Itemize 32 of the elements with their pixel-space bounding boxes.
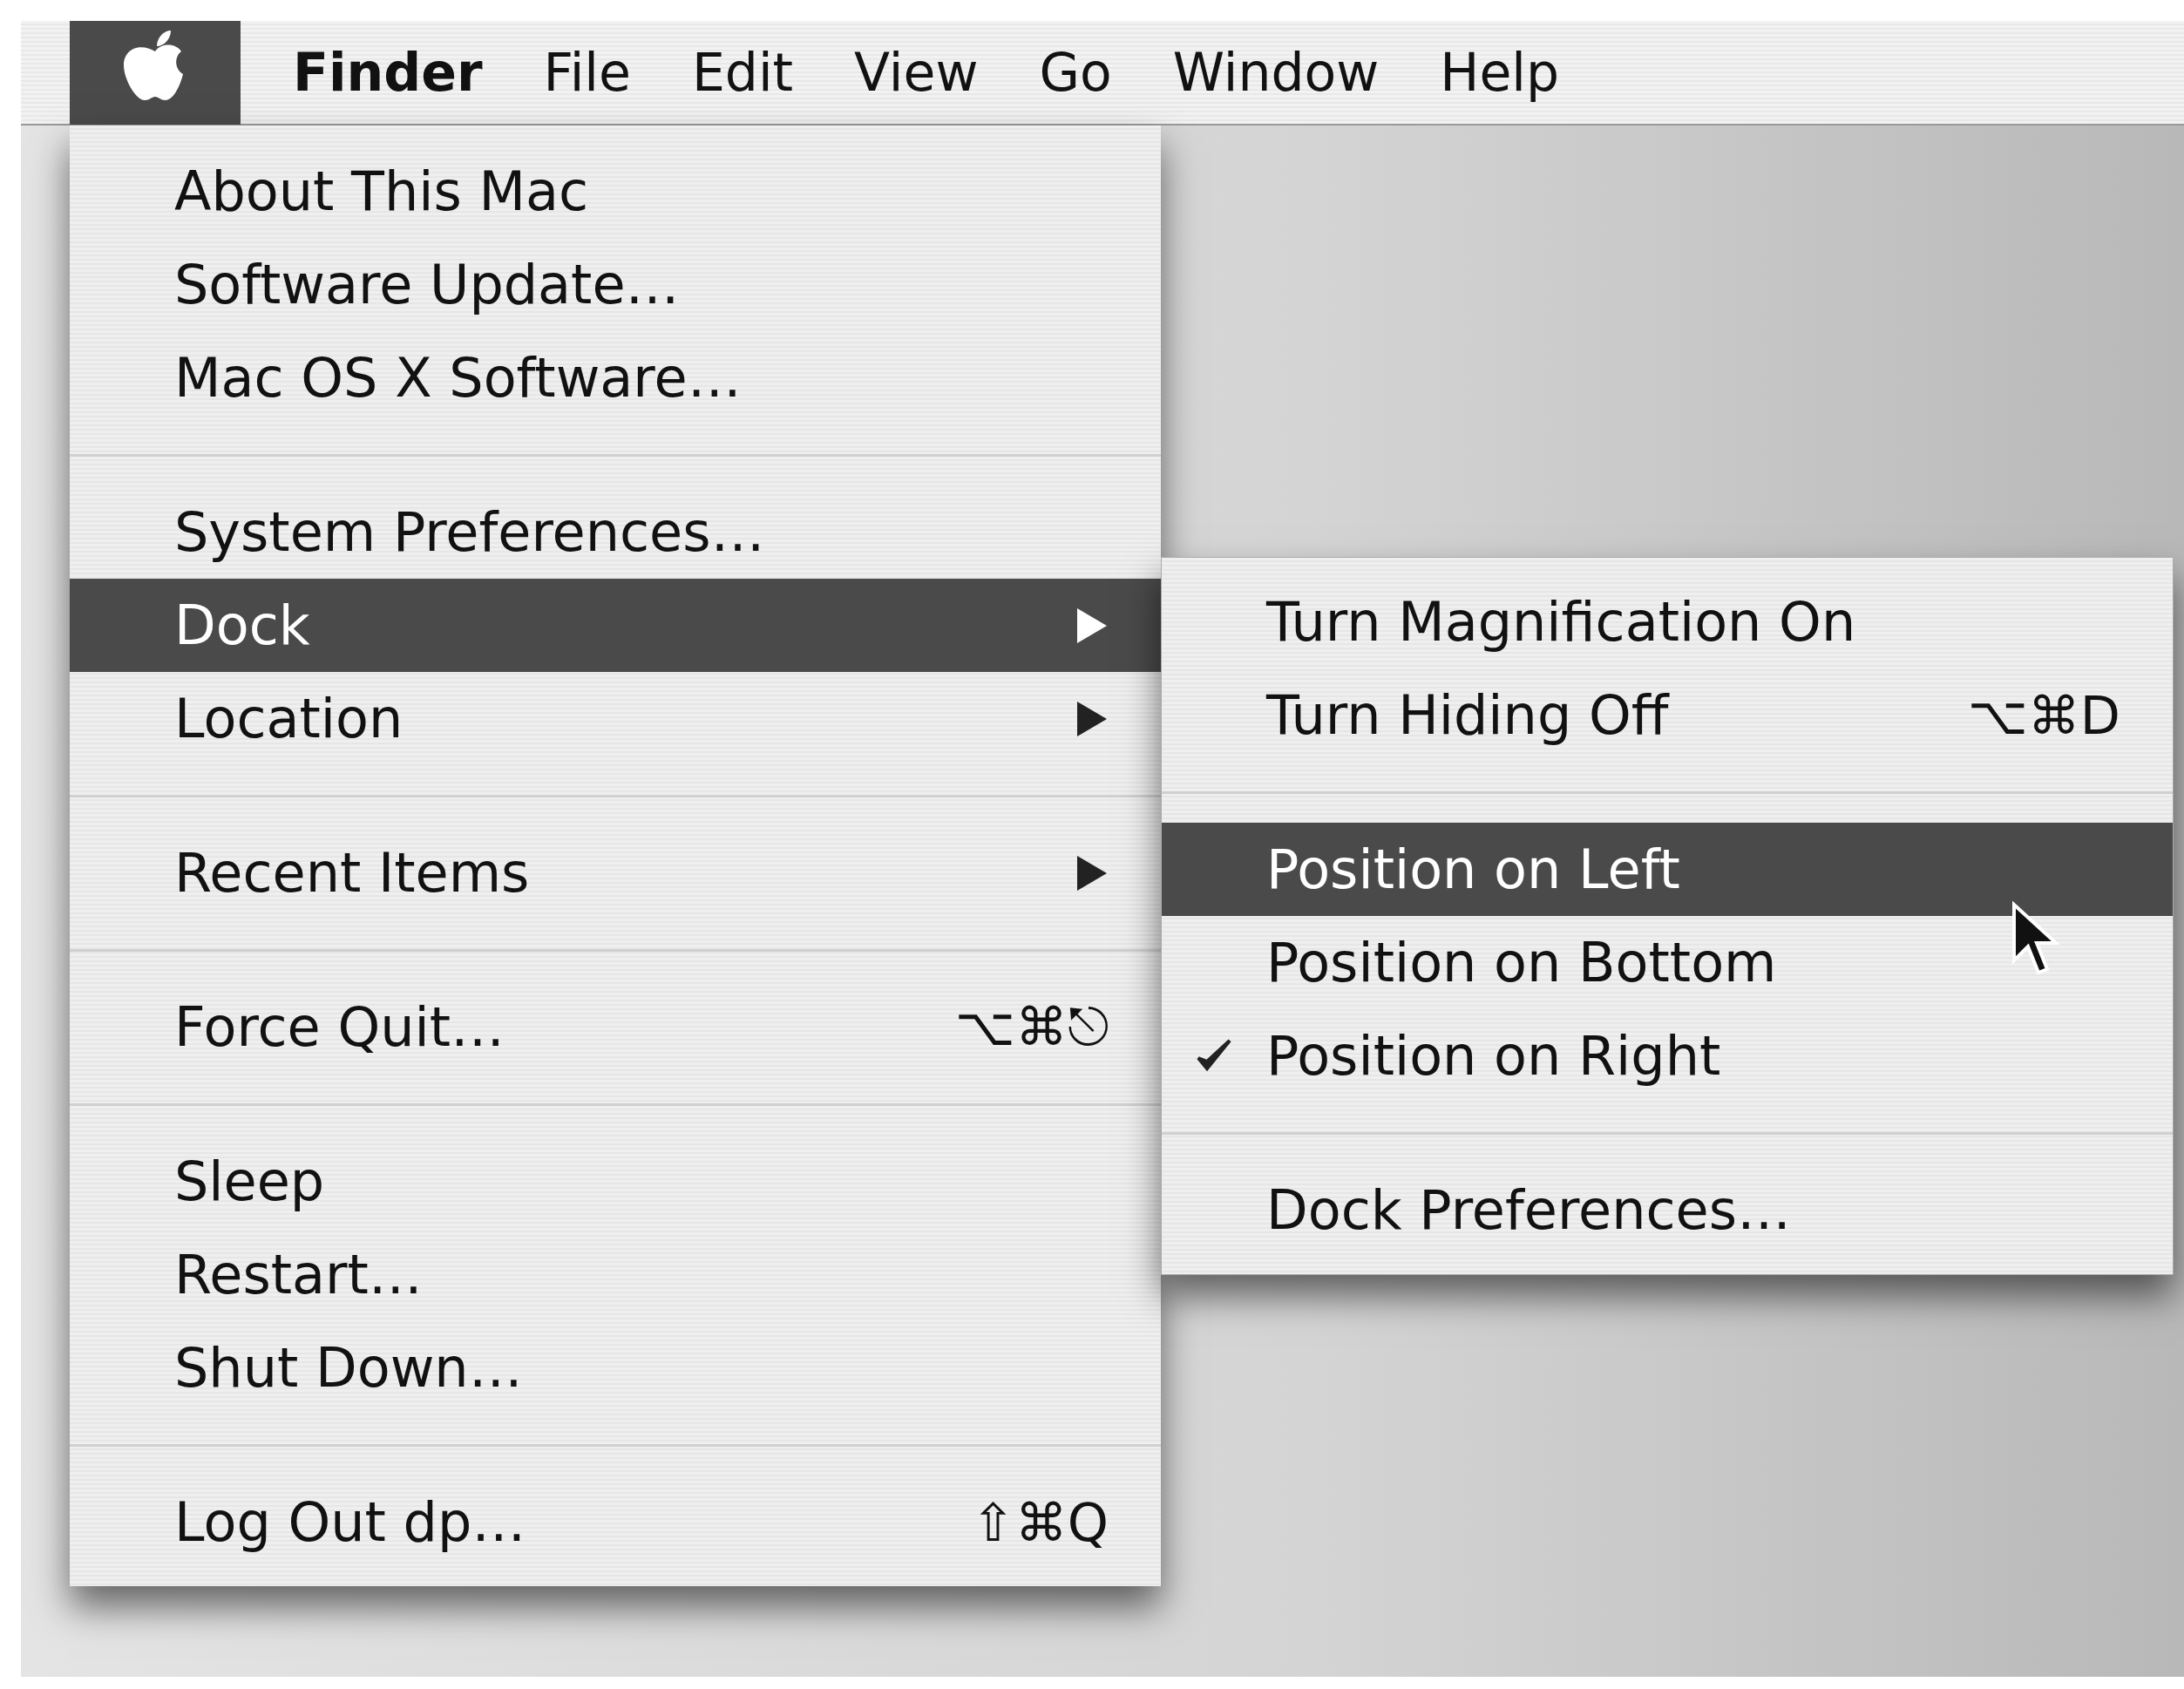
menu-item[interactable]: Turn Hiding Off ⌥⌘D bbox=[1162, 668, 2173, 762]
menu-item[interactable]: Force Quit… ⌥⌘⎋ bbox=[70, 980, 1161, 1074]
menu-bar-item[interactable]: Go bbox=[1021, 42, 1156, 103]
menu-bar-item[interactable]: Window bbox=[1155, 42, 1423, 103]
menu-item[interactable]: Sleep bbox=[70, 1135, 1161, 1228]
submenu-arrow-icon bbox=[1075, 853, 1109, 892]
keyboard-shortcut: ⌥⌘⎋ bbox=[954, 996, 1109, 1058]
menu-item[interactable]: System Preferences… bbox=[70, 485, 1161, 579]
menu-item[interactable]: Dock bbox=[70, 579, 1161, 672]
menu-item[interactable]: Position on Left bbox=[1162, 823, 2173, 916]
submenu-arrow-icon bbox=[1075, 606, 1109, 645]
menu-item[interactable]: Mac OS X Software… bbox=[70, 331, 1161, 424]
menu-item[interactable]: Turn Magnification On bbox=[1162, 575, 2173, 668]
menu-item[interactable]: Software Update… bbox=[70, 238, 1161, 331]
menu-item[interactable]: Log Out dp… ⇧⌘Q bbox=[70, 1475, 1161, 1569]
apple-menu-button[interactable] bbox=[70, 21, 241, 125]
menu-item[interactable]: Recent Items bbox=[70, 826, 1161, 919]
menu-bar-item[interactable]: Edit bbox=[674, 42, 838, 103]
keyboard-shortcut: ⌥⌘D bbox=[1967, 684, 2120, 746]
menu-bar-item[interactable]: File bbox=[526, 42, 675, 103]
menu-item[interactable]: Shut Down… bbox=[70, 1321, 1161, 1414]
menu-item[interactable]: Dock Preferences… bbox=[1162, 1163, 2173, 1257]
menu-item[interactable]: Position on Bottom bbox=[1162, 916, 2173, 1009]
menu-bar-item[interactable]: Finder bbox=[275, 42, 526, 103]
menu-item[interactable]: Restart… bbox=[70, 1228, 1161, 1321]
menu-item[interactable]: About This Mac bbox=[70, 145, 1161, 238]
menu-bar-item[interactable]: Help bbox=[1422, 42, 1604, 103]
menu-bar-item[interactable]: View bbox=[837, 42, 1022, 103]
submenu-arrow-icon bbox=[1075, 699, 1109, 738]
menu-item[interactable]: Location bbox=[70, 672, 1161, 765]
keyboard-shortcut: ⇧⌘Q bbox=[971, 1491, 1109, 1553]
menu-item[interactable]: Position on Right bbox=[1162, 1009, 2173, 1102]
